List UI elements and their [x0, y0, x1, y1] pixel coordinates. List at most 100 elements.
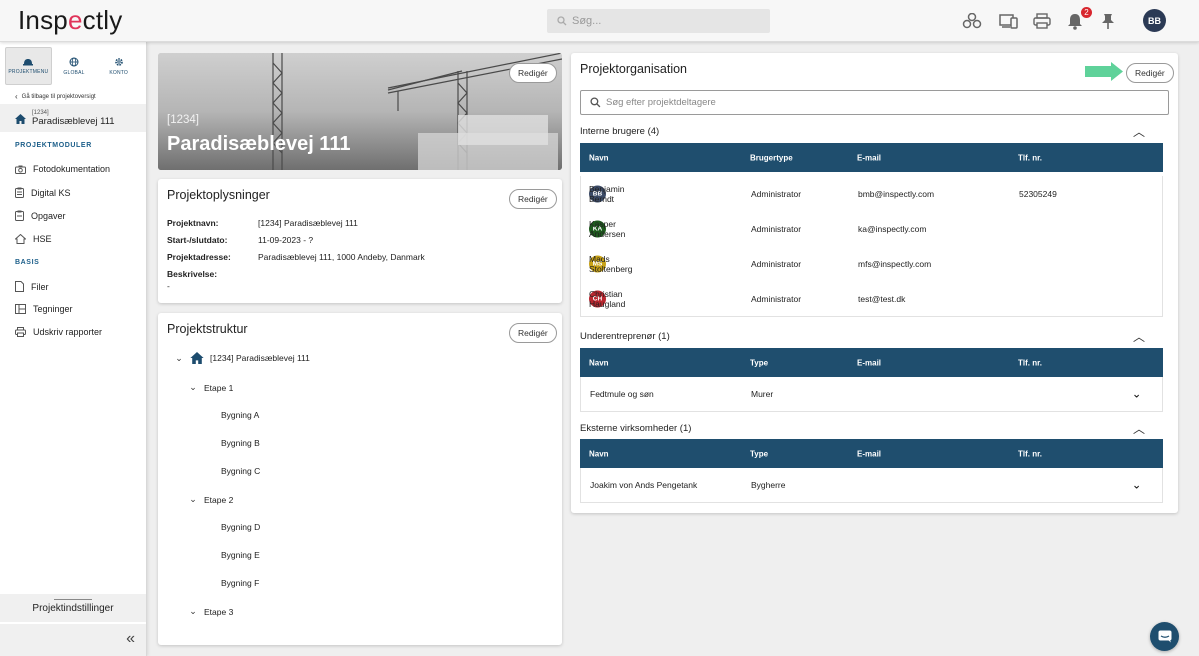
chevron-up-icon[interactable]: ︿ — [1133, 420, 1145, 437]
project-structure-title: Projektstruktur — [167, 322, 248, 336]
sidebar: PROJEKTMENU GLOBAL KONTO ‹ Gå tilbage ti… — [0, 42, 147, 656]
global-search-input[interactable] — [572, 15, 762, 27]
project-info-card: Projektoplysninger Redigér Projektnavn: … — [158, 179, 562, 303]
top-bar: Inspectly 2 BB — [0, 0, 1199, 42]
print-icon[interactable] — [1031, 10, 1053, 32]
sidebar-item-opgaver[interactable]: Opgaver — [15, 210, 66, 221]
tree-root[interactable]: ⌄ [1234] Paradisæblevej 111 — [174, 352, 310, 364]
table-row[interactable]: KA Kasper Andersen Administrator ka@inspe… — [581, 211, 1162, 246]
chat-icon — [1158, 630, 1171, 643]
double-chevron-left-icon: « — [126, 630, 135, 647]
sidebar-tabs: PROJEKTMENU GLOBAL KONTO — [5, 47, 141, 85]
shield-home-icon — [15, 234, 26, 244]
info-row-description: Beskrivelse: — [167, 269, 218, 279]
tab-global[interactable]: GLOBAL — [52, 47, 97, 85]
table-row[interactable]: CH Christian Haugland Administrator test@… — [581, 281, 1162, 316]
project-info-title: Projektoplysninger — [167, 188, 270, 202]
participant-search-input[interactable] — [606, 97, 1146, 108]
section-projektmoduler: PROJEKTMODULER — [15, 142, 92, 149]
drones-icon[interactable] — [961, 10, 983, 32]
organisation-edit-button[interactable]: Redigér — [1126, 63, 1174, 83]
hero-project-title: Paradisæblevej 111 — [167, 133, 351, 155]
hero-project-code: [1234] — [167, 114, 199, 126]
home-icon — [15, 113, 26, 124]
hero-edit-button[interactable]: Redigér — [509, 63, 557, 83]
tab-projektmenu[interactable]: PROJEKTMENU — [5, 47, 52, 85]
tree-node-bygning-b[interactable]: Bygning B — [221, 438, 260, 448]
highlight-arrow-icon — [1085, 62, 1123, 81]
tree-node-etape-1[interactable]: ⌄ Etape 1 — [188, 382, 233, 393]
clipboard-icon — [15, 187, 24, 198]
internal-users-table: BB Benjamin Berndt Administrator bmb@insp… — [580, 176, 1163, 317]
external-companies-table: Joakim von Ands Pengetank Bygherre ⌄ — [580, 468, 1163, 503]
chevron-down-icon[interactable]: ⌄ — [1132, 388, 1141, 401]
table-row[interactable]: BB Benjamin Berndt Administrator bmb@insp… — [581, 176, 1162, 211]
project-structure-edit-button[interactable]: Redigér — [509, 323, 557, 343]
external-companies-header: Navn Type E-mail Tlf. nr. — [580, 439, 1163, 468]
chevron-down-icon[interactable]: ⌄ — [188, 382, 198, 393]
sidebar-item-tegninger[interactable]: Tegninger — [15, 304, 73, 314]
sidebar-item-fotodokumentation[interactable]: Fotodokumentation — [15, 164, 110, 174]
chevron-down-icon[interactable]: ⌄ — [174, 353, 184, 364]
drawing-icon — [15, 304, 26, 314]
project-structure-card: Projektstruktur Redigér ⌄ [1234] Paradis… — [158, 313, 562, 645]
sidebar-item-filer[interactable]: Filer — [15, 281, 49, 292]
chevron-down-icon[interactable]: ⌄ — [188, 606, 198, 617]
chevron-left-icon: ‹ — [15, 92, 18, 101]
globe-icon — [69, 57, 79, 66]
print-icon — [15, 327, 26, 337]
table-row[interactable]: Fedtmule og søn Murer ⌄ — [581, 377, 1162, 411]
search-icon — [590, 97, 601, 108]
devices-icon[interactable] — [998, 10, 1020, 32]
project-organisation-card: Projektorganisation Redigér Interne brug… — [571, 53, 1178, 513]
info-row-name: Projektnavn: [1234] Paradisæblevej 111 — [167, 218, 358, 228]
info-row-dates: Start-/slutdato: 11-09-2023 - ? — [167, 235, 314, 245]
chevron-up-icon[interactable]: ︿ — [1133, 123, 1145, 140]
chevron-up-icon[interactable]: ︿ — [1133, 328, 1145, 345]
tree-node-bygning-d[interactable]: Bygning D — [221, 522, 260, 532]
file-icon — [15, 281, 24, 292]
sidebar-item-udskriv-rapporter[interactable]: Udskriv rapporter — [15, 327, 102, 337]
sidebar-item-digital-ks[interactable]: Digital KS — [15, 187, 71, 198]
pin-icon[interactable] — [1097, 10, 1119, 32]
project-settings-button[interactable]: Projektindstillinger — [0, 594, 146, 622]
tasks-icon — [15, 210, 24, 221]
current-project[interactable]: [1234] Paradisæblevej 111 — [15, 110, 115, 127]
chat-button[interactable] — [1150, 622, 1179, 651]
back-to-overview-link[interactable]: ‹ Gå tilbage til projektoversigt — [15, 92, 96, 101]
internal-users-header: Navn Brugertype E-mail Tlf. nr. — [580, 143, 1163, 172]
tree-node-etape-2[interactable]: ⌄ Etape 2 — [188, 494, 233, 505]
tree-node-bygning-f[interactable]: Bygning F — [221, 578, 259, 588]
tree-node-bygning-c[interactable]: Bygning C — [221, 466, 260, 476]
tab-konto[interactable]: KONTO — [96, 47, 141, 85]
table-row[interactable]: MS Mads Stoltenberg Administrator mfs@ins… — [581, 246, 1162, 281]
subcontractors-table: Fedtmule og søn Murer ⌄ — [580, 377, 1163, 412]
global-search[interactable] — [547, 9, 770, 33]
user-avatar[interactable]: BB — [1143, 9, 1166, 32]
search-icon — [557, 16, 567, 26]
project-hero: [1234] Paradisæblevej 111 Redigér — [158, 53, 562, 170]
project-organisation-title: Projektorganisation — [580, 62, 688, 76]
project-info-edit-button[interactable]: Redigér — [509, 189, 557, 209]
notification-badge: 2 — [1081, 7, 1092, 18]
gear-icon — [114, 57, 123, 66]
description-value: - — [167, 281, 170, 291]
table-row[interactable]: Joakim von Ands Pengetank Bygherre ⌄ — [581, 468, 1162, 502]
participant-search[interactable] — [580, 90, 1169, 115]
chevron-down-icon[interactable]: ⌄ — [1132, 479, 1141, 492]
internal-users-title: Interne brugere (4) — [580, 126, 660, 137]
external-companies-title: Eksterne virksomheder (1) — [580, 423, 692, 434]
tree-node-bygning-e[interactable]: Bygning E — [221, 550, 260, 560]
tree-node-bygning-a[interactable]: Bygning A — [221, 410, 259, 420]
notifications-icon[interactable]: 2 — [1064, 7, 1092, 32]
chevron-down-icon[interactable]: ⌄ — [188, 494, 198, 505]
subcontractors-header: Navn Type E-mail Tlf. nr. — [580, 348, 1163, 377]
info-row-address: Projektadresse: Paradisæblevej 111, 1000… — [167, 252, 425, 262]
logo[interactable]: Inspectly — [18, 5, 122, 36]
tree-node-etape-3[interactable]: ⌄ Etape 3 — [188, 606, 233, 617]
subcontractors-title: Underentreprenør (1) — [580, 331, 670, 342]
sidebar-item-hse[interactable]: HSE — [15, 234, 52, 244]
home-icon — [190, 352, 204, 364]
collapse-sidebar-button[interactable]: « — [0, 624, 146, 656]
camera-icon — [15, 165, 26, 174]
